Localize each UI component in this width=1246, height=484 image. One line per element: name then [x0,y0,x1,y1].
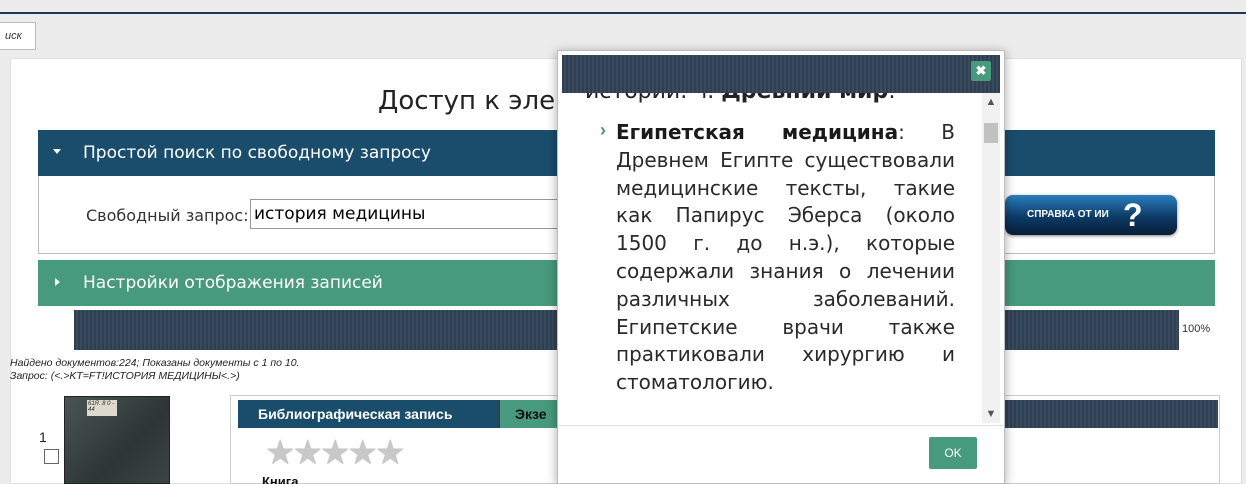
star-icon[interactable]: ★ [375,434,406,472]
record-checkbox[interactable] [44,449,59,464]
cover-shelf-label: 61Я. 8 0 - 44 [87,400,117,416]
star-icon[interactable]: ★ [320,434,351,472]
query-line: Запрос: (<.>KT=FT!ИСТОРИЯ МЕДИЦИНЫ<.>) [10,370,240,382]
progress-percent: 100% [1182,323,1211,335]
partial-line-suffix: : [888,93,895,104]
found-line: Найдено документов:224; Показаны докумен… [10,357,300,369]
star-icon[interactable]: ★ [265,434,296,472]
star-icon[interactable]: ★ [292,434,323,472]
ok-button[interactable]: OK [929,437,977,469]
tab-bibliographic-record[interactable]: Библиографическая запись [238,400,498,428]
answer-text: : В Древнем Египте существовали медицинс… [616,120,955,395]
dialog-content: истории. ч. Древний мир: › Египетская ме… [559,93,981,423]
chevron-down-icon [53,149,61,154]
ai-help-dialog: ✖ истории. ч. Древний мир: › Египетская … [557,50,1005,484]
record-number: 1 [39,429,47,445]
free-query-input[interactable]: история медицины [250,199,562,229]
scroll-down-icon[interactable]: ▼ [982,405,1000,423]
ai-help-label: СПРАВКА ОТ ИИ [1027,209,1109,220]
question-icon: ? [1123,197,1143,233]
top-border [0,12,1246,14]
page-title: Доступ к эле [378,86,556,116]
dialog-divider [558,425,1004,426]
simple-search-title: Простой поиск по свободному запросу [83,143,431,163]
answer-heading: Египетская медицина [616,120,899,144]
bullet-chevron-icon: › [600,120,606,140]
search-tab[interactable]: иск [0,22,36,50]
rating-stars[interactable]: ★★★★★ [265,434,406,472]
close-icon[interactable]: ✖ [971,61,991,81]
display-settings-title: Настройки отображения записей [83,273,383,293]
book-cover-image[interactable]: 61Я. 8 0 - 44 [64,396,170,484]
dialog-scrollbar[interactable]: ▲ ▼ [982,93,1000,423]
free-query-label: Свободный запрос: [86,206,249,225]
chevron-right-icon [55,278,60,286]
record-kind: Книга [262,474,299,484]
results-summary: Найдено документов:224; Показаны докумен… [10,357,299,383]
dialog-header [562,55,1000,93]
search-tab-label: иск [5,30,22,42]
partial-line: истории. ч. Древний мир: [585,93,896,104]
partial-line-bold: Древний мир [721,93,888,104]
star-icon[interactable]: ★ [347,434,378,472]
scroll-thumb[interactable] [984,123,998,143]
answer-paragraph: Египетская медицина: В Древнем Египте су… [616,119,955,397]
ai-help-button[interactable]: СПРАВКА ОТ ИИ ? [1005,195,1177,235]
partial-line-prefix: истории. ч. [585,93,721,104]
scroll-up-icon[interactable]: ▲ [982,93,1000,111]
